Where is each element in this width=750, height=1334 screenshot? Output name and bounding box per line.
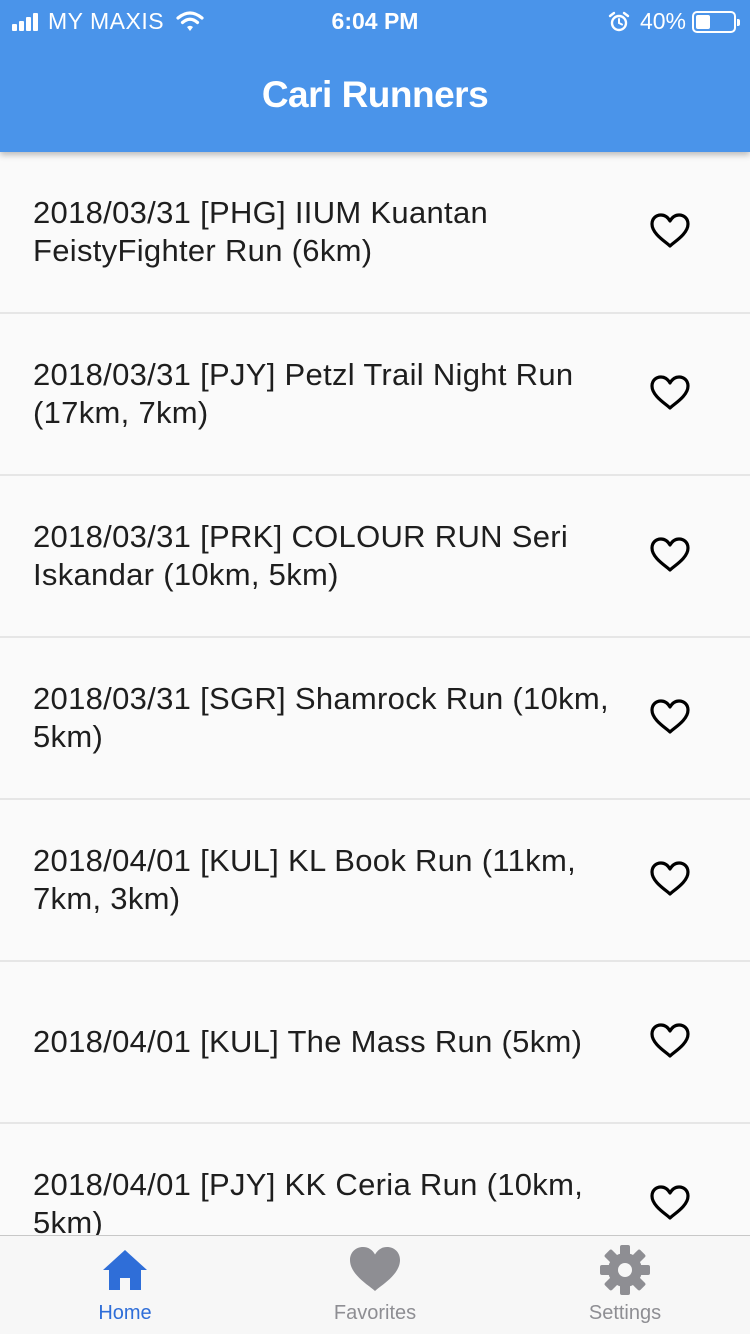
- tab-favorites[interactable]: Favorites: [250, 1236, 500, 1334]
- event-title: 2018/04/01 [KUL] The Mass Run (5km): [33, 1024, 583, 1059]
- event-title: 2018/03/31 [PHG] IIUM Kuantan FeistyFigh…: [33, 195, 489, 268]
- heart-outline-icon[interactable]: [650, 699, 690, 735]
- heart-outline-icon[interactable]: [650, 861, 690, 897]
- status-right: 40%: [608, 8, 740, 35]
- event-list[interactable]: 2018/03/31 [PHG] IIUM Kuantan FeistyFigh…: [0, 152, 750, 1235]
- list-item[interactable]: 2018/03/31 [SGR] Shamrock Run (10km, 5km…: [0, 638, 750, 800]
- heart-outline-icon[interactable]: [650, 537, 690, 573]
- list-item[interactable]: 2018/04/01 [KUL] KL Book Run (11km, 7km,…: [0, 800, 750, 962]
- heart-outline-icon[interactable]: [650, 375, 690, 411]
- battery-level-fill: [696, 14, 710, 29]
- screen: MY MAXIS 6:04 PM 40% Cari Runners 2018/0…: [0, 0, 750, 1334]
- list-item[interactable]: 2018/03/31 [PRK] COLOUR RUN Seri Iskanda…: [0, 476, 750, 638]
- heart-outline-icon[interactable]: [650, 1023, 690, 1059]
- event-title: 2018/03/31 [SGR] Shamrock Run (10km, 5km…: [33, 681, 609, 754]
- app-header: MY MAXIS 6:04 PM 40% Cari Runners: [0, 0, 750, 152]
- event-title: 2018/04/01 [KUL] KL Book Run (11km, 7km,…: [33, 843, 576, 916]
- event-title: 2018/03/31 [PRK] COLOUR RUN Seri Iskanda…: [33, 519, 569, 592]
- list-item[interactable]: 2018/03/31 [PHG] IIUM Kuantan FeistyFigh…: [0, 152, 750, 314]
- event-title: 2018/03/31 [PJY] Petzl Trail Night Run (…: [33, 357, 574, 430]
- status-bar: MY MAXIS 6:04 PM 40%: [0, 0, 750, 40]
- heart-filled-icon: [350, 1247, 400, 1291]
- event-title: 2018/04/01 [PJY] KK Ceria Run (10km, 5km…: [33, 1167, 584, 1235]
- tab-home[interactable]: Home: [0, 1236, 250, 1334]
- heart-outline-icon[interactable]: [650, 213, 690, 249]
- list-item[interactable]: 2018/04/01 [KUL] The Mass Run (5km): [0, 962, 750, 1124]
- list-item[interactable]: 2018/04/01 [PJY] KK Ceria Run (10km, 5km…: [0, 1124, 750, 1235]
- page-title: Cari Runners: [261, 74, 489, 115]
- heart-outline-icon[interactable]: [650, 1185, 690, 1221]
- tab-settings[interactable]: Settings: [500, 1236, 750, 1334]
- list-item[interactable]: 2018/03/31 [PJY] Petzl Trail Night Run (…: [0, 314, 750, 476]
- alarm-clock-icon: [608, 11, 630, 31]
- battery-icon: [692, 10, 740, 33]
- tab-bar: Home Favorites Settings: [0, 1235, 750, 1334]
- home-icon: [103, 1250, 147, 1290]
- battery-percent: 40%: [639, 8, 686, 34]
- tab-label: Settings: [588, 1302, 662, 1324]
- gear-icon: [600, 1245, 650, 1295]
- tab-label: Favorites: [333, 1302, 417, 1324]
- tab-label: Home: [98, 1302, 152, 1324]
